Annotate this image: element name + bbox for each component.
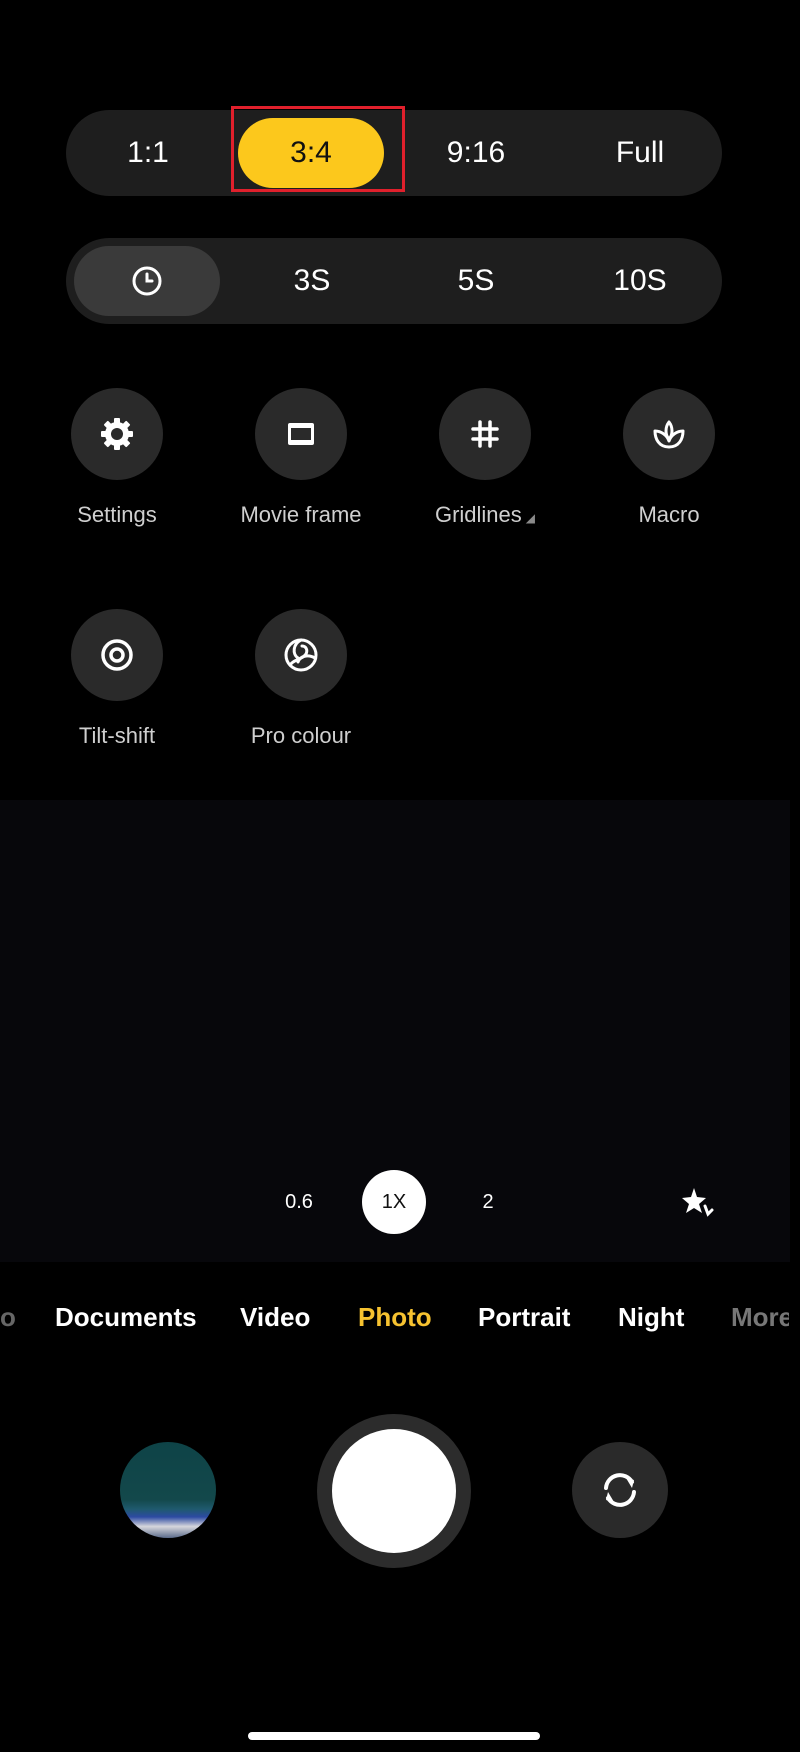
gridlines-label: Gridlines ◢ bbox=[434, 502, 536, 527]
timer-selector: 3S 5S 10S bbox=[66, 238, 722, 324]
shutter-button[interactable] bbox=[332, 1429, 456, 1553]
movie-frame-icon bbox=[288, 423, 314, 445]
tilt-shift-tool[interactable]: Tilt-shift bbox=[32, 609, 202, 749]
zoom-2-button[interactable]: 2 bbox=[456, 1170, 520, 1234]
home-indicator[interactable] bbox=[248, 1732, 540, 1740]
pro-colour-label: Pro colour bbox=[250, 723, 352, 748]
mode-documents[interactable]: Documents bbox=[55, 1302, 197, 1333]
pro-colour-icon bbox=[284, 638, 318, 672]
pro-colour-button[interactable] bbox=[255, 609, 347, 701]
mode-photo[interactable]: Photo bbox=[358, 1302, 432, 1333]
macro-button[interactable] bbox=[623, 388, 715, 480]
timer-3s-option[interactable]: 3S bbox=[230, 238, 394, 324]
aspect-option-1-1[interactable]: 1:1 bbox=[66, 110, 230, 196]
switch-camera-icon bbox=[604, 1473, 636, 1507]
aspect-option-full[interactable]: Full bbox=[558, 110, 722, 196]
grid-icon bbox=[471, 420, 499, 448]
gridlines-tool[interactable]: Gridlines ◢ bbox=[400, 388, 570, 528]
settings-label: Settings bbox=[77, 502, 157, 527]
mode-more[interactable]: More bbox=[731, 1302, 789, 1333]
movie-frame-tool[interactable]: Movie frame bbox=[216, 388, 386, 528]
zoom-0-6-button[interactable]: 0.6 bbox=[267, 1170, 331, 1234]
pro-colour-tool[interactable]: Pro colour bbox=[216, 609, 386, 749]
clock-icon bbox=[132, 266, 162, 296]
mode-night[interactable]: Night bbox=[618, 1302, 684, 1333]
gridlines-button[interactable] bbox=[439, 388, 531, 480]
timer-10s-option[interactable]: 10S bbox=[558, 238, 722, 324]
macro-label: Macro bbox=[638, 502, 700, 527]
timer-5s-option[interactable]: 5S bbox=[394, 238, 558, 324]
tilt-shift-label: Tilt-shift bbox=[78, 723, 156, 748]
settings-button[interactable] bbox=[71, 388, 163, 480]
tilt-shift-icon bbox=[101, 639, 133, 671]
mode-portrait[interactable]: Portrait bbox=[478, 1302, 570, 1333]
dropdown-indicator-icon: ◢ bbox=[525, 511, 536, 525]
movie-frame-button[interactable] bbox=[255, 388, 347, 480]
settings-tool[interactable]: Settings bbox=[32, 388, 202, 528]
tilt-shift-button[interactable] bbox=[71, 609, 163, 701]
aspect-option-9-16[interactable]: 9:16 bbox=[394, 110, 558, 196]
gear-icon bbox=[101, 418, 133, 450]
mode-partial-left[interactable]: o bbox=[0, 1302, 16, 1333]
mode-video[interactable]: Video bbox=[240, 1302, 310, 1333]
timer-off-option[interactable] bbox=[74, 246, 220, 316]
flower-icon bbox=[653, 420, 685, 449]
selection-highlight bbox=[231, 106, 405, 192]
ai-scene-icon[interactable] bbox=[679, 1184, 715, 1220]
zoom-1x-button[interactable]: 1X bbox=[362, 1170, 426, 1234]
switch-camera-button[interactable] bbox=[572, 1442, 668, 1538]
macro-tool[interactable]: Macro bbox=[584, 388, 754, 528]
movie-frame-label: Movie frame bbox=[240, 502, 362, 527]
gallery-thumbnail[interactable] bbox=[120, 1442, 216, 1538]
